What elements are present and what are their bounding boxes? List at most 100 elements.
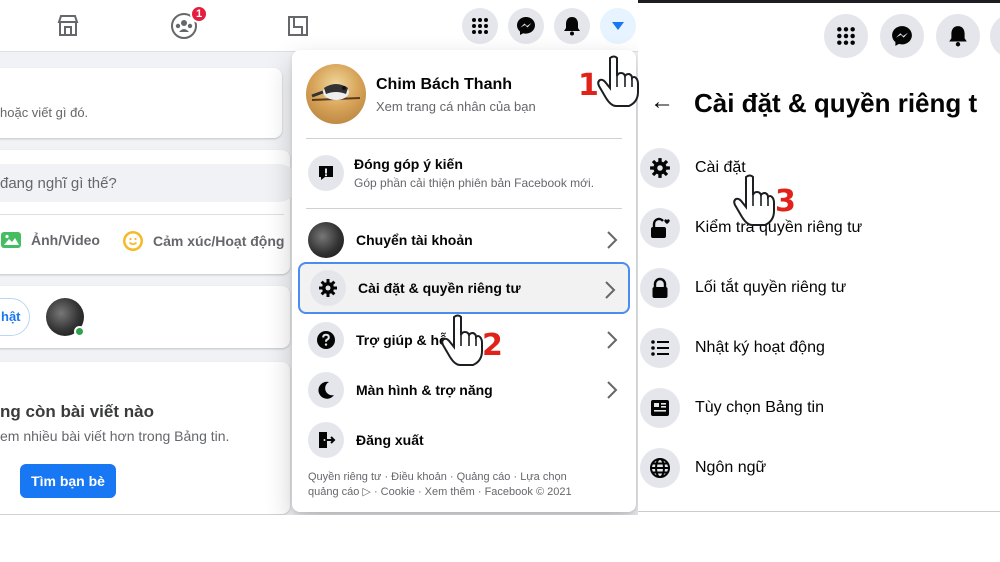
privacy-shortcuts-item[interactable]: Lối tắt quyền riêng tư [638, 260, 1000, 316]
panel-top-border [638, 0, 1000, 3]
profile-row[interactable]: Chim Bách Thanh Xem trang cá nhân của bạ… [306, 62, 616, 126]
messenger-icon [517, 17, 535, 35]
smiley-icon [123, 231, 143, 251]
feedback-icon [308, 155, 344, 191]
messenger-button[interactable] [880, 14, 924, 58]
step-3-annotation: 3 [775, 184, 796, 219]
empty-feed-title: ng còn bài viết nào [0, 402, 154, 421]
pointer-hand-icon [597, 55, 639, 107]
menu-divider [306, 208, 622, 209]
gear-icon [310, 270, 346, 306]
account-menu-button[interactable] [600, 8, 636, 44]
chevron-right-icon [607, 381, 618, 399]
logout-icon [308, 422, 344, 458]
back-arrow-icon[interactable]: ← [650, 88, 674, 116]
chevron-right-icon [605, 281, 616, 299]
menu-grid-button[interactable] [824, 14, 868, 58]
logout-item[interactable]: Đăng xuất [298, 414, 630, 466]
settings-privacy-label: Cài đặt & quyền riêng tư [358, 280, 521, 296]
step-2-annotation: 2 [482, 328, 503, 363]
caret-down-icon [612, 22, 624, 30]
feedback-title: Đóng góp ý kiến [354, 156, 463, 172]
online-status-dot [74, 326, 85, 337]
language-item[interactable]: Ngôn ngữ [638, 440, 1000, 496]
bell-icon [949, 26, 967, 47]
feeling-activity-label: Cảm xúc/Hoạt động [153, 233, 285, 249]
question-icon [308, 322, 344, 358]
profile-name: Chim Bách Thanh [376, 76, 513, 93]
notifications-button[interactable] [936, 14, 980, 58]
account-menu-dropdown: Chim Bách Thanh Xem trang cá nhân của bạ… [292, 50, 636, 512]
bell-icon [564, 17, 580, 36]
composer-prompt-short: hoặc viết gì đó. [0, 105, 89, 120]
privacy-checkup-label: Kiểm tra quyền riêng tư [695, 219, 863, 236]
privacy-checkup-item[interactable]: Kiểm tra quyền riêng tư [638, 200, 1000, 256]
switch-account-label: Chuyển tài khoản [356, 232, 473, 248]
empty-feed-card: ng còn bài viết nào em nhiều bài viết hơ… [0, 362, 290, 514]
profile-subtitle: Xem trang cá nhân của bạn [376, 99, 536, 114]
composer-divider [0, 214, 284, 215]
settings-item[interactable]: Cài đặt [638, 140, 1000, 196]
post-composer-card: hoặc viết gì đó. [0, 68, 282, 138]
list-icon [640, 328, 680, 368]
notification-badge: 1 [190, 5, 208, 23]
chevron-right-icon [607, 331, 618, 349]
messenger-icon [892, 26, 912, 46]
settings-panel-title: Cài đặt & quyền riêng t [694, 88, 978, 118]
notifications-button[interactable] [554, 8, 590, 44]
activity-log-item[interactable]: Nhật ký hoạt động [638, 320, 1000, 376]
grid-icon [472, 18, 488, 34]
activity-log-label: Nhật ký hoạt động [695, 339, 825, 356]
menu-grid-button[interactable] [462, 8, 498, 44]
settings-privacy-panel: ← Cài đặt & quyền riêng t Cài đặt Kiểm t… [638, 0, 1000, 512]
footer-links-line1[interactable]: Quyền riêng tư · Điều khoản · Quảng cáo … [308, 470, 624, 485]
empty-feed-subtitle: em nhiều bài viết hơn trong Bảng tin. [0, 428, 230, 444]
gaming-icon[interactable] [282, 10, 314, 42]
create-room-chip[interactable]: hật [0, 298, 30, 336]
lock-icon [640, 268, 680, 308]
rooms-card: hật [0, 286, 290, 348]
account-menu-button-partial[interactable] [990, 14, 1000, 58]
pointer-hand-icon [733, 174, 775, 226]
photo-video-button[interactable]: Ảnh/Video [0, 230, 100, 250]
feed-icon [640, 388, 680, 428]
find-friends-button[interactable]: Tìm bạn bè [20, 464, 116, 498]
help-support-label: Trợ giúp & hỗ [356, 332, 448, 348]
photo-video-label: Ảnh/Video [31, 232, 100, 248]
whats-on-your-mind-input[interactable]: đang nghĩ gì thế? [0, 164, 298, 202]
feedback-subtitle: Góp phần cải thiện phiên bản Facebook mớ… [354, 176, 595, 190]
menu-footer: Quyền riêng tư · Điều khoản · Quảng cáo … [308, 470, 624, 500]
facebook-home-panel: 1 hoặc viết gì đó. đang nghĩ gì thế? Ảnh… [0, 0, 638, 515]
status-composer-card: đang nghĩ gì thế? Ảnh/Video Cảm xúc/Hoạt… [0, 150, 298, 274]
bird-icon [311, 84, 361, 101]
menu-divider [306, 138, 622, 139]
screenshot-stage: 1 hoặc viết gì đó. đang nghĩ gì thế? Ảnh… [0, 0, 1000, 562]
switch-account-item[interactable]: Chuyển tài khoản [298, 214, 630, 266]
settings-privacy-item[interactable]: Cài đặt & quyền riêng tư [298, 262, 630, 314]
news-feed-preferences-label: Tùy chọn Bảng tin [695, 399, 824, 416]
feedback-row[interactable]: Đóng góp ý kiến Góp phần cải thiện phiên… [298, 146, 630, 202]
logout-label: Đăng xuất [356, 432, 424, 448]
top-nav-bar: 1 [0, 0, 638, 52]
footer-links-line2[interactable]: quảng cáo ▷ · Cookie · Xem thêm · Facebo… [308, 485, 624, 500]
chevron-right-icon [607, 231, 618, 249]
composer-prompt: đang nghĩ gì thế? [0, 175, 117, 192]
room-chip-label: hật [1, 309, 21, 324]
messenger-button[interactable] [508, 8, 544, 44]
pointer-hand-icon [441, 314, 483, 366]
news-feed-preferences-item[interactable]: Tùy chọn Bảng tin [638, 380, 1000, 436]
photo-icon [1, 232, 21, 248]
globe-icon [640, 448, 680, 488]
marketplace-icon[interactable] [52, 10, 84, 42]
display-accessibility-label: Màn hình & trợ năng [356, 382, 493, 398]
language-label: Ngôn ngữ [695, 459, 767, 476]
account-avatar [308, 222, 344, 258]
profile-avatar [306, 64, 366, 124]
grid-icon [837, 27, 855, 45]
privacy-shortcuts-label: Lối tắt quyền riêng tư [695, 279, 847, 296]
lock-heart-icon [640, 208, 680, 248]
gear-icon [640, 148, 680, 188]
display-accessibility-item[interactable]: Màn hình & trợ năng [298, 364, 630, 416]
feeling-activity-button[interactable]: Cảm xúc/Hoạt động [122, 230, 284, 252]
moon-icon [308, 372, 344, 408]
